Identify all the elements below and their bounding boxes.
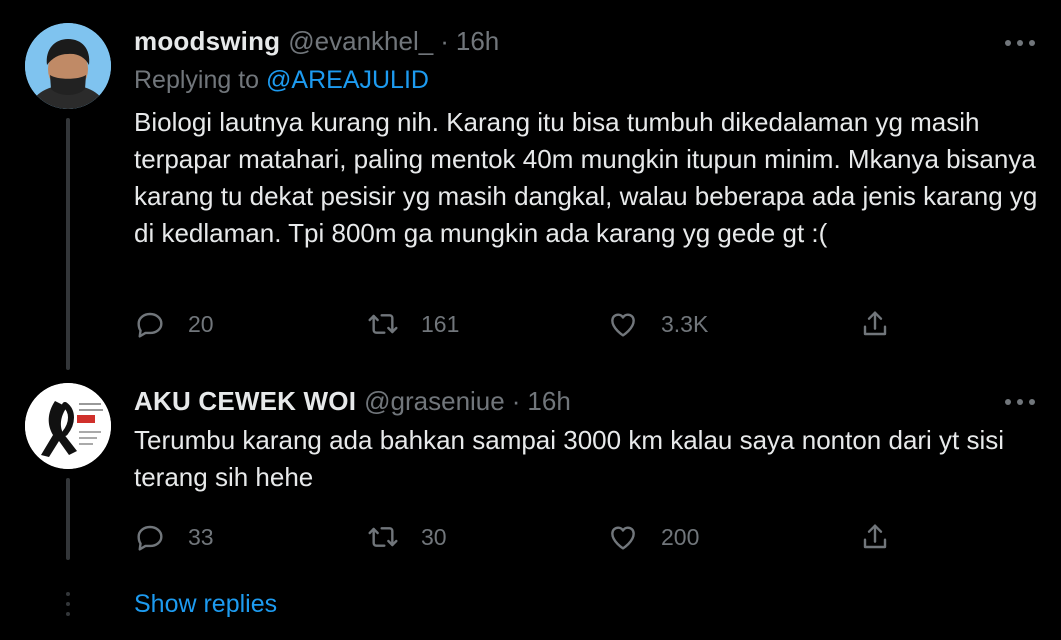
retweet-count: 30 [421, 523, 447, 550]
reply-button[interactable]: 20 [134, 304, 214, 344]
replying-to: Replying to @AREAJULID [134, 66, 429, 95]
replying-prefix: Replying to [134, 66, 260, 94]
reply-count: 33 [188, 523, 214, 550]
tweet-header: moodswing @evankhel_ · 16h [134, 23, 499, 59]
thread-line [66, 478, 70, 560]
like-button[interactable]: 3.3K [607, 304, 708, 344]
retweet-count: 161 [421, 310, 460, 337]
tweet-text: Terumbu karang ada bahkan sampai 3000 km… [134, 425, 1005, 492]
separator: · [440, 25, 449, 56]
like-icon [611, 526, 635, 550]
retweet-icon [368, 527, 398, 547]
author-name[interactable]: AKU CEWEK WOI [134, 386, 356, 417]
black-ribbon-icon [25, 383, 111, 469]
like-count: 3.3K [661, 310, 709, 337]
thread-dots [66, 592, 70, 622]
tweet-text: Biologi lautnya kurang nih. Karang itu b… [134, 107, 1038, 248]
show-replies-link[interactable]: Show replies [134, 590, 277, 619]
retweet-button[interactable]: 161 [367, 304, 459, 344]
replying-mention[interactable]: @AREAJULID [266, 66, 429, 94]
tweet-thread: moodswing @evankhel_ · 16h Replying to @… [0, 0, 1061, 640]
author-name[interactable]: moodswing [134, 26, 280, 57]
timestamp[interactable]: 16h [456, 26, 499, 57]
share-button[interactable] [859, 517, 891, 557]
like-button[interactable]: 200 [607, 517, 699, 557]
retweet-icon [368, 314, 398, 334]
avatar[interactable] [25, 383, 111, 469]
tweet-actions: 20 161 3.3K [134, 304, 914, 344]
tweet-header: AKU CEWEK WOI @graseniue · 16h [134, 383, 571, 419]
avatar[interactable] [25, 23, 111, 109]
author-handle[interactable]: @graseniue [364, 386, 505, 417]
share-icon [863, 311, 887, 336]
avatar-photo-icon [25, 23, 111, 109]
tweet-actions: 33 30 200 [134, 517, 914, 557]
separator: · [511, 385, 521, 416]
reply-icon [137, 312, 163, 338]
like-icon [611, 313, 635, 337]
reply-button[interactable]: 33 [134, 517, 214, 557]
ellipsis-icon[interactable] [1005, 38, 1035, 48]
thread-line [66, 118, 70, 370]
reply-icon [137, 525, 163, 551]
ellipsis-icon[interactable] [1005, 397, 1035, 407]
reply-count: 20 [188, 310, 214, 337]
retweet-button[interactable]: 30 [367, 517, 447, 557]
share-button[interactable] [859, 304, 891, 344]
author-handle[interactable]: @evankhel_ [288, 26, 433, 57]
like-count: 200 [661, 523, 700, 550]
share-icon [863, 524, 887, 549]
timestamp[interactable]: 16h [527, 386, 570, 417]
